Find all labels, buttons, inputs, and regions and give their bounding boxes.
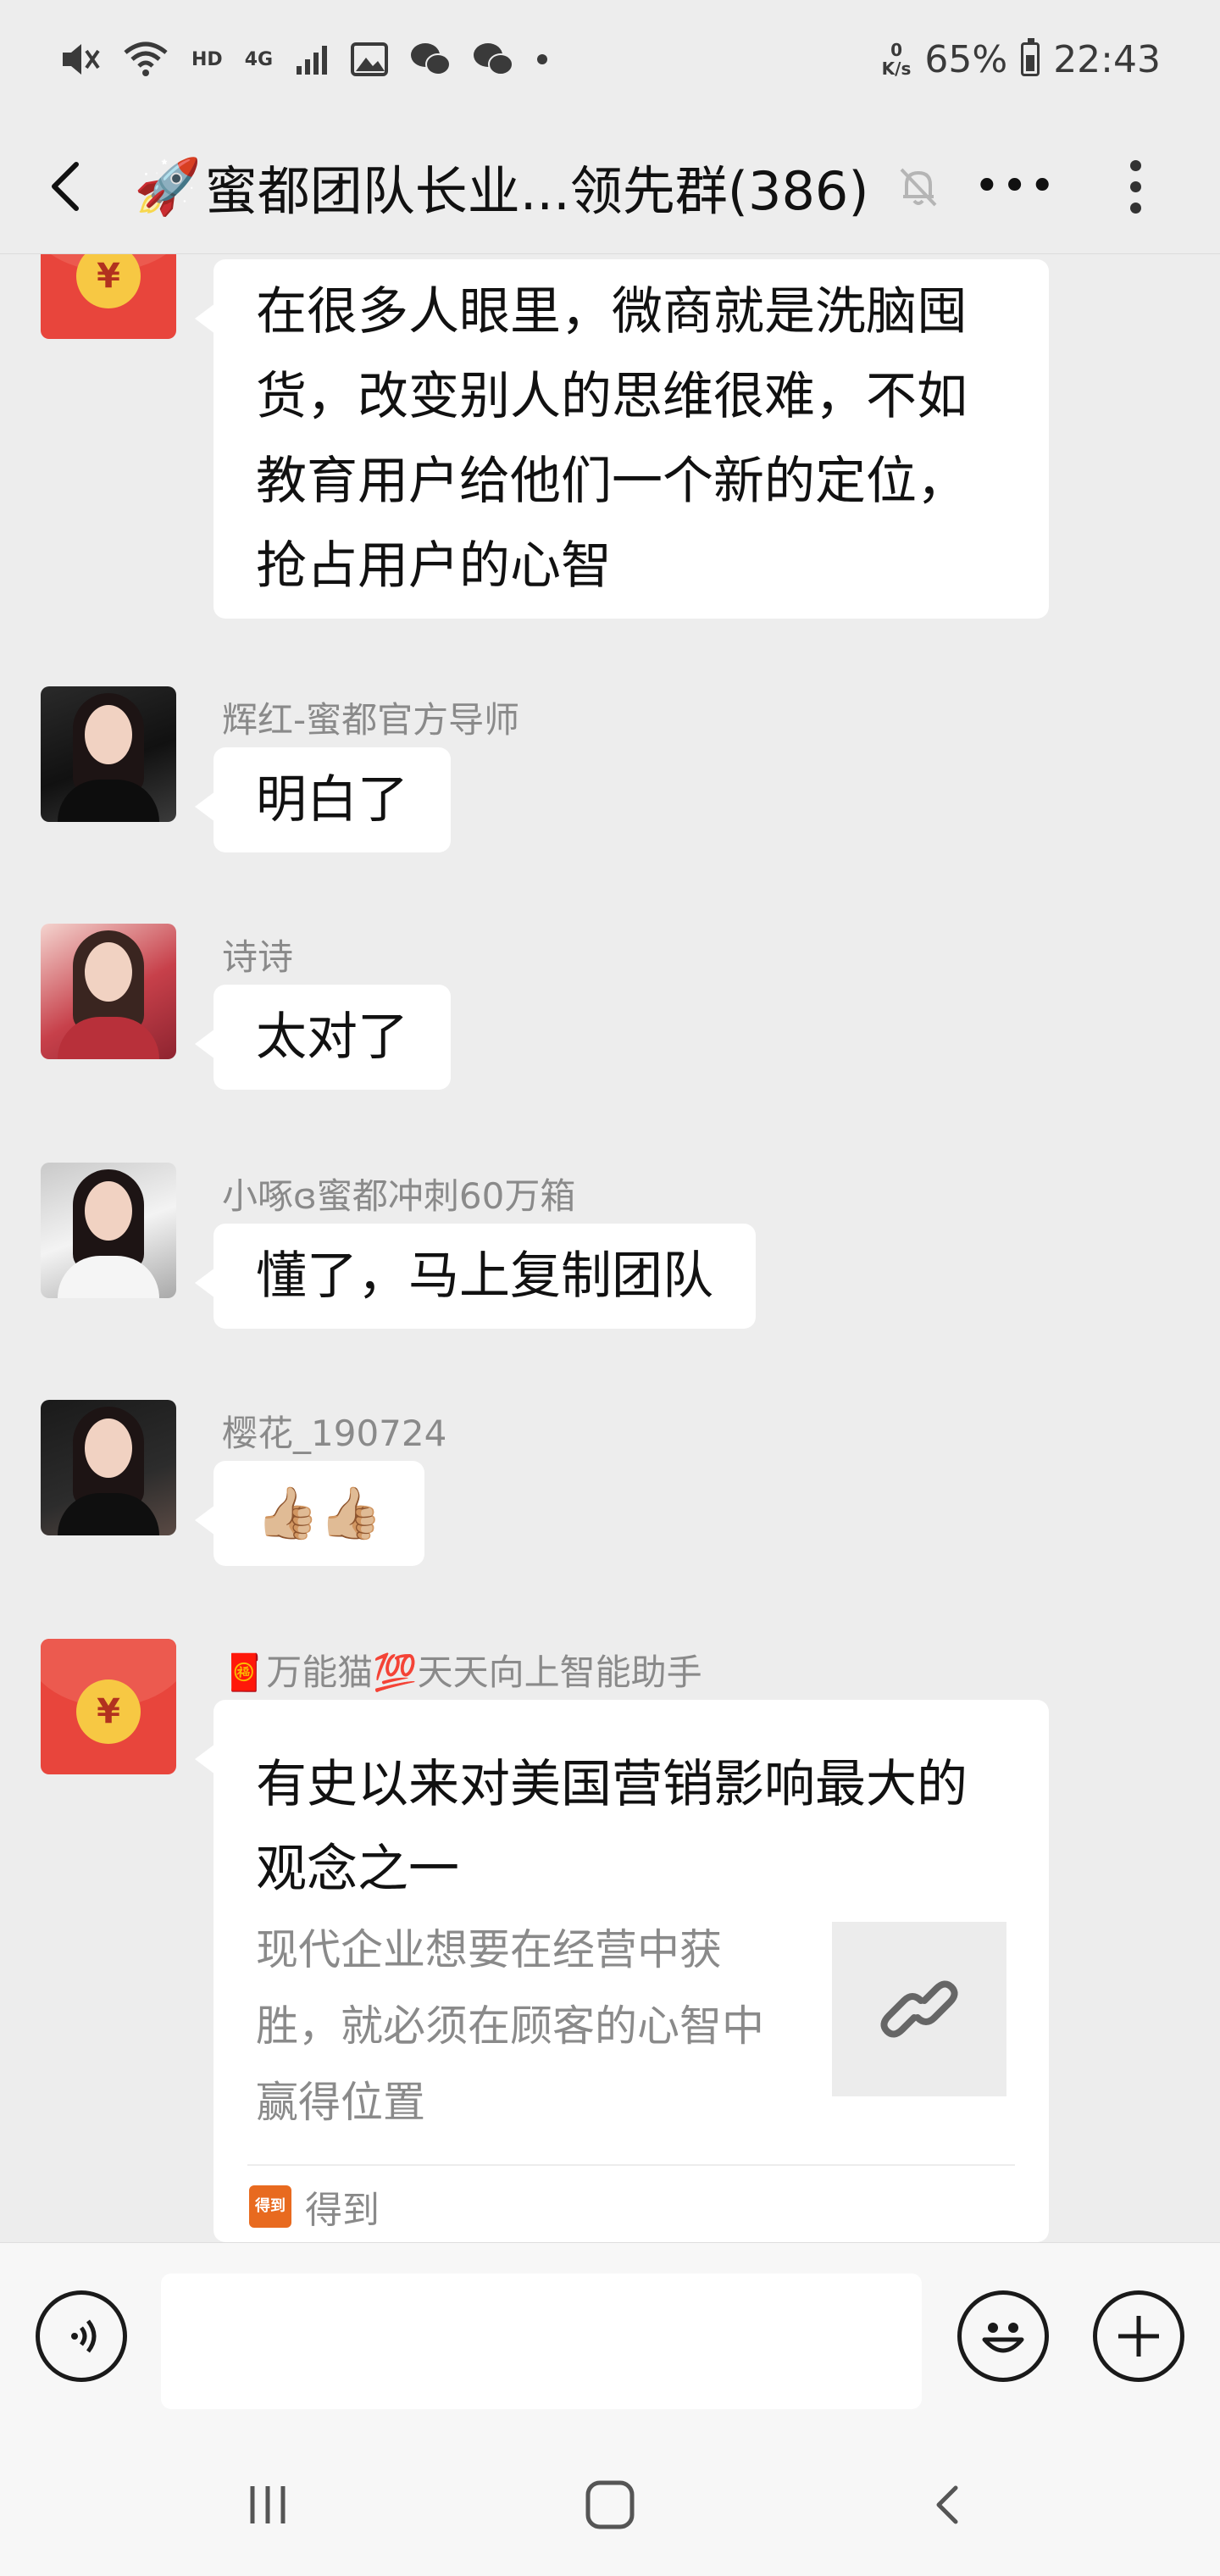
message-bubble[interactable]: 在很多人眼里，微商就是洗脑囤 货，改变别人的思维很难，不如 教育用户给他们一个新… bbox=[195, 259, 1049, 619]
more-vertical-icon bbox=[1129, 202, 1141, 214]
more-vertical-icon bbox=[1129, 180, 1141, 192]
home-icon bbox=[585, 2480, 635, 2529]
chat-title-area[interactable]: 🚀 蜜都团队长业...领先群(386) ••• bbox=[134, 144, 1057, 229]
coin-icon: ¥ bbox=[76, 1679, 141, 1744]
message-text: 明白了 bbox=[256, 770, 408, 830]
network-speed: 0 K/s bbox=[882, 41, 912, 78]
network-label: 4G bbox=[244, 48, 274, 70]
rocket-emoji: 🚀 bbox=[134, 155, 202, 219]
recent-apps-icon bbox=[250, 2486, 286, 2523]
system-nav-bar bbox=[0, 2429, 1220, 2576]
nav-back-button[interactable] bbox=[907, 2462, 991, 2547]
message-text: 懂了，马上复制团队 bbox=[256, 1246, 713, 1306]
input-bar bbox=[0, 2242, 1220, 2429]
link-card-description: 现代企业想要在经营中获胜，就必须在顾客的心智中赢得位置 bbox=[256, 1925, 764, 2127]
battery-icon bbox=[1021, 38, 1040, 76]
sender-name: 小啄ɞ蜜都冲刺60万箱 bbox=[222, 1175, 576, 1217]
status-left: HD 4G bbox=[59, 34, 549, 85]
link-card-title: 有史以来对美国营销影响最大的观念之一 bbox=[256, 1755, 968, 1899]
coin-icon: ¥ bbox=[76, 254, 141, 308]
plus-icon bbox=[1118, 2316, 1159, 2357]
sender-name: 樱花_190724 bbox=[222, 1413, 447, 1454]
message-bubble[interactable]: 太对了 bbox=[195, 985, 451, 1090]
more-options-button[interactable] bbox=[1101, 153, 1169, 220]
speed-value: 0 bbox=[890, 40, 902, 60]
link-card-source: 得到 得到 bbox=[249, 2183, 380, 2232]
link-card[interactable]: 有史以来对美国营销影响最大的观念之一 现代企业想要在经营中获胜，就必须在顾客的心… bbox=[195, 1700, 1049, 2242]
chat-header: 🚀 蜜都团队长业...领先群(386) ••• bbox=[0, 119, 1220, 254]
hd-label: HD bbox=[191, 48, 223, 70]
home-button[interactable] bbox=[568, 2462, 652, 2547]
avatar[interactable] bbox=[41, 1400, 176, 1535]
title-dots: ••• bbox=[973, 161, 1057, 212]
status-right: 0 K/s 65% 22:43 bbox=[882, 34, 1161, 85]
notification-dot-icon bbox=[537, 54, 548, 64]
source-name: 得到 bbox=[305, 2189, 380, 2232]
signal-icon bbox=[297, 46, 328, 75]
voice-button[interactable] bbox=[36, 2290, 127, 2382]
clock: 22:43 bbox=[1053, 37, 1161, 81]
message-text: 👍🏼👍🏼 bbox=[256, 1484, 383, 1543]
sender-name: 辉红-蜜都官方导师 bbox=[222, 699, 520, 741]
wifi-icon bbox=[124, 42, 168, 76]
message-bubble[interactable]: 👍🏼👍🏼 bbox=[194, 1461, 425, 1566]
wechat-icon bbox=[411, 43, 452, 75]
emoji-icon bbox=[982, 2323, 1024, 2353]
sender-name: 🧧万能猫💯天天向上智能助手 bbox=[222, 1652, 702, 1693]
bell-off-icon bbox=[900, 168, 936, 207]
recent-apps-button[interactable] bbox=[225, 2462, 310, 2547]
message-text: 太对了 bbox=[256, 1008, 408, 1067]
divider bbox=[247, 2164, 1015, 2166]
avatar[interactable] bbox=[41, 1163, 176, 1298]
gallery-icon bbox=[351, 42, 389, 76]
chat-title: 蜜都团队长业...领先群(386) bbox=[204, 160, 869, 222]
link-card-thumbnail bbox=[832, 1922, 1006, 2096]
mute-icon bbox=[63, 44, 100, 75]
sender-name: 诗诗 bbox=[222, 936, 294, 978]
source-logo: 得到 bbox=[249, 2185, 291, 2228]
message-bubble[interactable]: 明白了 bbox=[195, 747, 451, 852]
chat-message-list[interactable]: ¥ 在很多人眼里，微商就是洗脑囤 货，改变别人的思维很难，不如 教育用户给他们一… bbox=[0, 254, 1220, 2242]
speed-unit: K/s bbox=[881, 58, 912, 79]
back-button[interactable] bbox=[34, 153, 102, 220]
avatar[interactable] bbox=[41, 686, 176, 822]
avatar[interactable] bbox=[41, 924, 176, 1059]
message-text: 在很多人眼里，微商就是洗脑囤 货，改变别人的思维很难，不如 教育用户给他们一个新… bbox=[256, 282, 968, 596]
more-functions-button[interactable] bbox=[1093, 2290, 1184, 2382]
avatar[interactable]: ¥ bbox=[41, 254, 176, 339]
wechat-icon bbox=[474, 43, 514, 75]
message-input[interactable] bbox=[161, 2273, 922, 2409]
message-bubble[interactable]: 懂了，马上复制团队 bbox=[195, 1224, 756, 1329]
avatar[interactable]: ¥ bbox=[41, 1639, 176, 1774]
back-icon bbox=[52, 162, 79, 211]
status-bar: HD 4G 0 K/s 65% 22:43 bbox=[0, 0, 1220, 119]
voice-icon bbox=[71, 2319, 97, 2353]
battery-percent: 65% bbox=[924, 37, 1008, 81]
link-icon bbox=[880, 1980, 958, 2038]
nav-back-icon bbox=[936, 2485, 958, 2524]
more-vertical-icon bbox=[1129, 159, 1141, 171]
emoji-button[interactable] bbox=[957, 2290, 1049, 2382]
